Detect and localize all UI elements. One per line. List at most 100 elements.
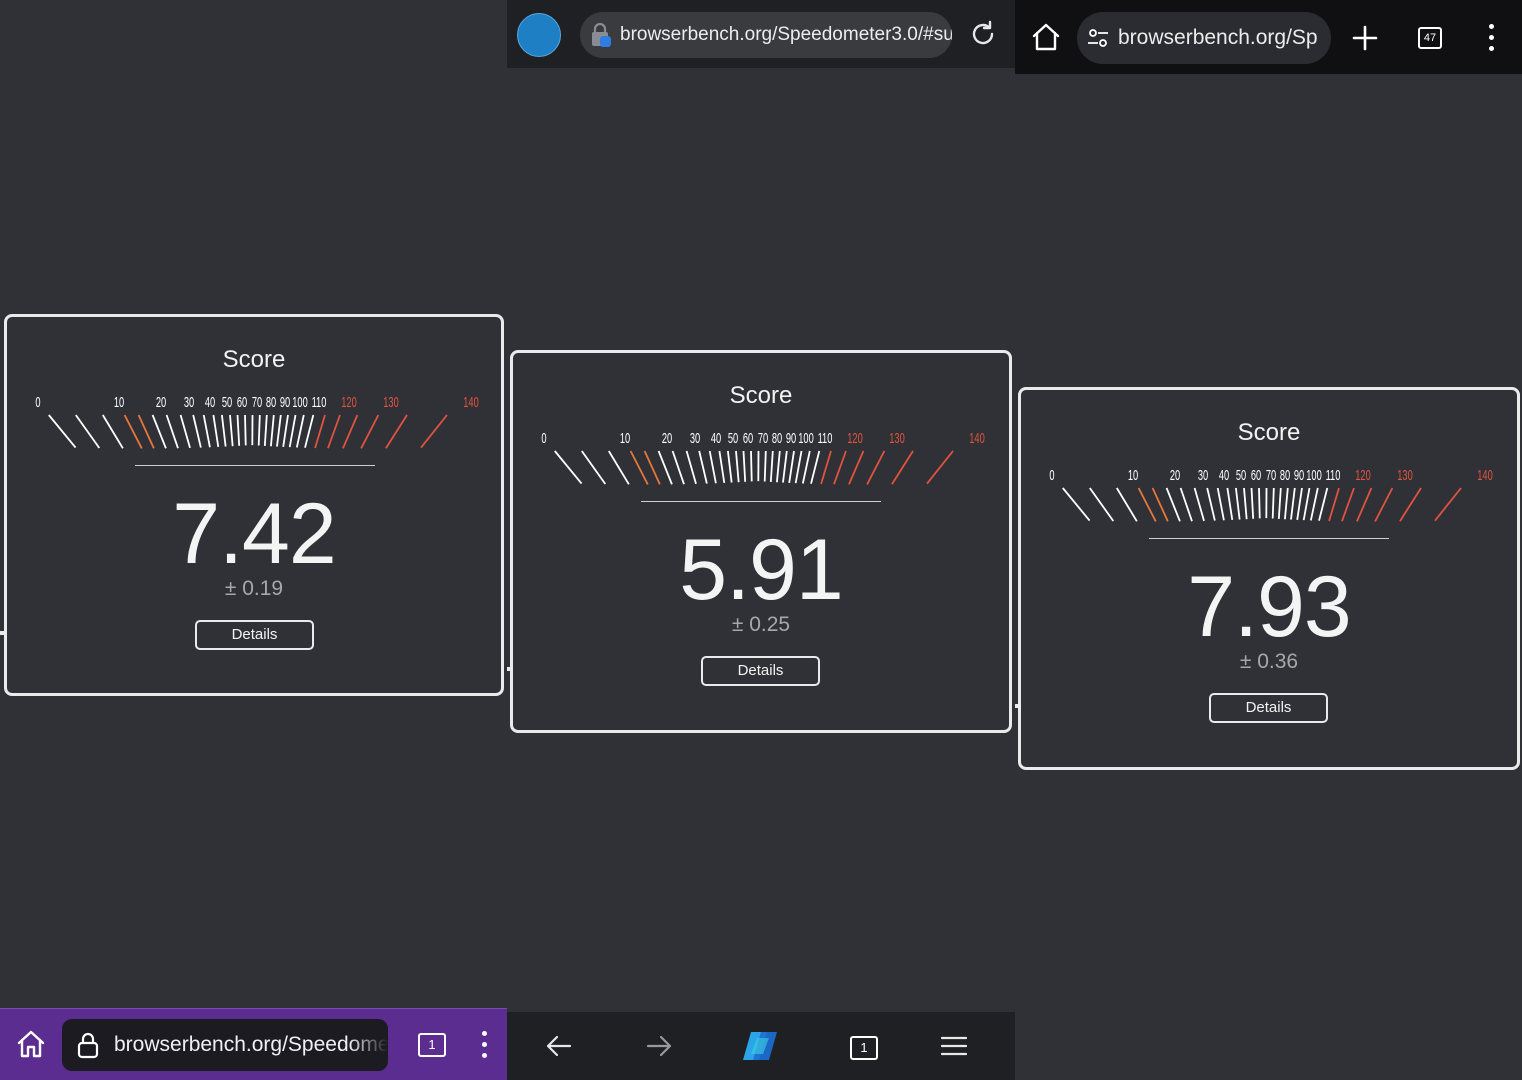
score-value: 5.91	[679, 522, 843, 618]
divider	[135, 465, 375, 466]
gauge-tick-label: 20	[1170, 467, 1180, 484]
gauge-tick	[554, 450, 583, 485]
address-bar[interactable]: browserbench.org/Sp	[1077, 12, 1331, 64]
gauge-tick-label: 120	[1355, 467, 1371, 484]
gauge-tick	[1374, 487, 1394, 522]
gauge-tick	[1341, 487, 1355, 522]
gauge-tick	[314, 414, 326, 449]
url-text: browserbench.org/Sp	[1118, 26, 1318, 49]
score-title: Score	[729, 382, 793, 409]
score-card: Score 0 10 20 30 40 50 60 70 80 90 100 110 120 130 140…	[1015, 387, 1520, 770]
card-handle	[507, 667, 513, 671]
reload-icon[interactable]	[969, 20, 997, 48]
gauge-tick-label: 110	[312, 394, 327, 411]
gauge-tick-label: 70	[252, 394, 262, 411]
site-settings-icon[interactable]	[1087, 27, 1109, 49]
hamburger-menu-icon[interactable]	[941, 1036, 967, 1056]
score-error: ± 0.19	[224, 577, 284, 600]
gauge-tick	[221, 414, 227, 447]
gauge-tick	[866, 450, 886, 485]
gauge-tick	[810, 450, 821, 484]
gauge-tick	[608, 450, 630, 485]
new-tab-icon[interactable]	[1352, 25, 1378, 51]
tab-count-button[interactable]: 1	[418, 1033, 446, 1057]
site-info-icon[interactable]	[590, 22, 612, 48]
tab-count-button[interactable]: 1	[850, 1036, 878, 1060]
gauge-tick	[257, 414, 261, 446]
gauge-tick	[708, 450, 717, 484]
score-card: Score 0 10 20 30 40 50 60 70 80 90 100 110 120 130 140…	[0, 314, 504, 696]
gauge-tick	[263, 414, 268, 446]
gauge-tick	[202, 414, 211, 448]
home-icon[interactable]	[1031, 22, 1061, 52]
details-button[interactable]: Details	[701, 656, 820, 686]
gauge-tick	[1216, 487, 1225, 521]
gauge-tick	[1271, 487, 1275, 519]
url-text: browserbench.org/Speedometer3.0	[114, 1033, 388, 1056]
gauge-tick-label: 110	[1326, 467, 1341, 484]
tab-count-button[interactable]: 47	[1418, 27, 1442, 49]
gauge-tick-label: 130	[1397, 467, 1413, 484]
gauge-tick	[1179, 487, 1193, 522]
url-fade	[348, 1019, 388, 1071]
forward-arrow-icon[interactable]	[646, 1034, 672, 1058]
gauge-tick	[1318, 487, 1329, 521]
more-menu-icon[interactable]	[481, 1031, 487, 1059]
gauge-tick	[295, 414, 305, 448]
divider	[641, 501, 881, 502]
gauge-tick-label: 90	[786, 430, 796, 447]
profile-avatar[interactable]	[517, 13, 561, 57]
gauge-tick	[657, 450, 673, 485]
score-value: 7.93	[1187, 559, 1351, 655]
details-button[interactable]: Details	[1209, 693, 1328, 723]
gauge-tick	[102, 414, 124, 449]
address-bar[interactable]: browserbench.org/Speedometer3.0	[62, 1019, 388, 1071]
gauge-tick	[1258, 487, 1261, 519]
gauge-tick-label: 80	[266, 394, 276, 411]
gauge-tick	[1235, 487, 1241, 520]
home-icon[interactable]	[14, 1027, 48, 1061]
gauge-tick-label: 90	[280, 394, 290, 411]
gauge-tick	[735, 450, 740, 483]
gauge-tick	[48, 414, 77, 449]
gauge-tick-label: 0	[35, 394, 40, 411]
gauge-tick	[629, 450, 649, 485]
address-bar[interactable]: browserbench.org/Speedometer3.0/#summary	[580, 12, 952, 58]
gauge-tick	[1116, 487, 1138, 522]
gauge-tick-label: 30	[184, 394, 194, 411]
more-menu-icon[interactable]	[1488, 24, 1494, 52]
details-button[interactable]: Details	[195, 620, 314, 650]
gauge-tick-label: 50	[1236, 467, 1246, 484]
gauge-tick	[643, 450, 661, 485]
back-arrow-icon[interactable]	[546, 1034, 572, 1058]
gauge-tick-label: 0	[1049, 467, 1054, 484]
gauge-tick	[685, 450, 697, 485]
gauge-tick	[165, 414, 179, 449]
gauge-tick	[1302, 487, 1311, 521]
gauge-tick-label: 100	[1306, 467, 1322, 484]
gauge-tick	[282, 414, 289, 447]
score-card: Score 0 10 20 30 40 50 60 70 80 90 100 110 120 130 140…	[507, 350, 1012, 733]
card-handle	[1015, 704, 1021, 708]
gauge-tick-label: 30	[1198, 467, 1208, 484]
gauge-tick	[327, 414, 341, 449]
gauge-tick-label: 120	[341, 394, 357, 411]
gauge-tick-label: 40	[205, 394, 215, 411]
gauge-tick-label: 100	[798, 430, 814, 447]
gauge-tick-label: 130	[889, 430, 905, 447]
gauge-tick	[1062, 487, 1091, 522]
browser-panel-1: Score 0 10 20 30 40 50 60 70 80 90 100 110 120 130 140…	[0, 0, 507, 1080]
gauge-tick	[1226, 487, 1234, 521]
lock-icon	[77, 1032, 99, 1059]
score-value: 7.42	[172, 486, 336, 582]
browser-panel-2: browserbench.org/Speedometer3.0/#summary…	[507, 0, 1015, 1080]
gauge-tick-label: 120	[847, 430, 863, 447]
copilot-icon[interactable]	[739, 1028, 781, 1064]
gauge-tick	[179, 414, 191, 449]
card-handle	[0, 631, 7, 635]
gauge-tick	[581, 450, 607, 485]
divider	[1149, 538, 1389, 539]
gauge-tick	[151, 414, 167, 449]
gauge-tick	[750, 450, 753, 482]
top-toolbar: browserbench.org/Speedometer3.0/#summary	[507, 0, 1015, 68]
